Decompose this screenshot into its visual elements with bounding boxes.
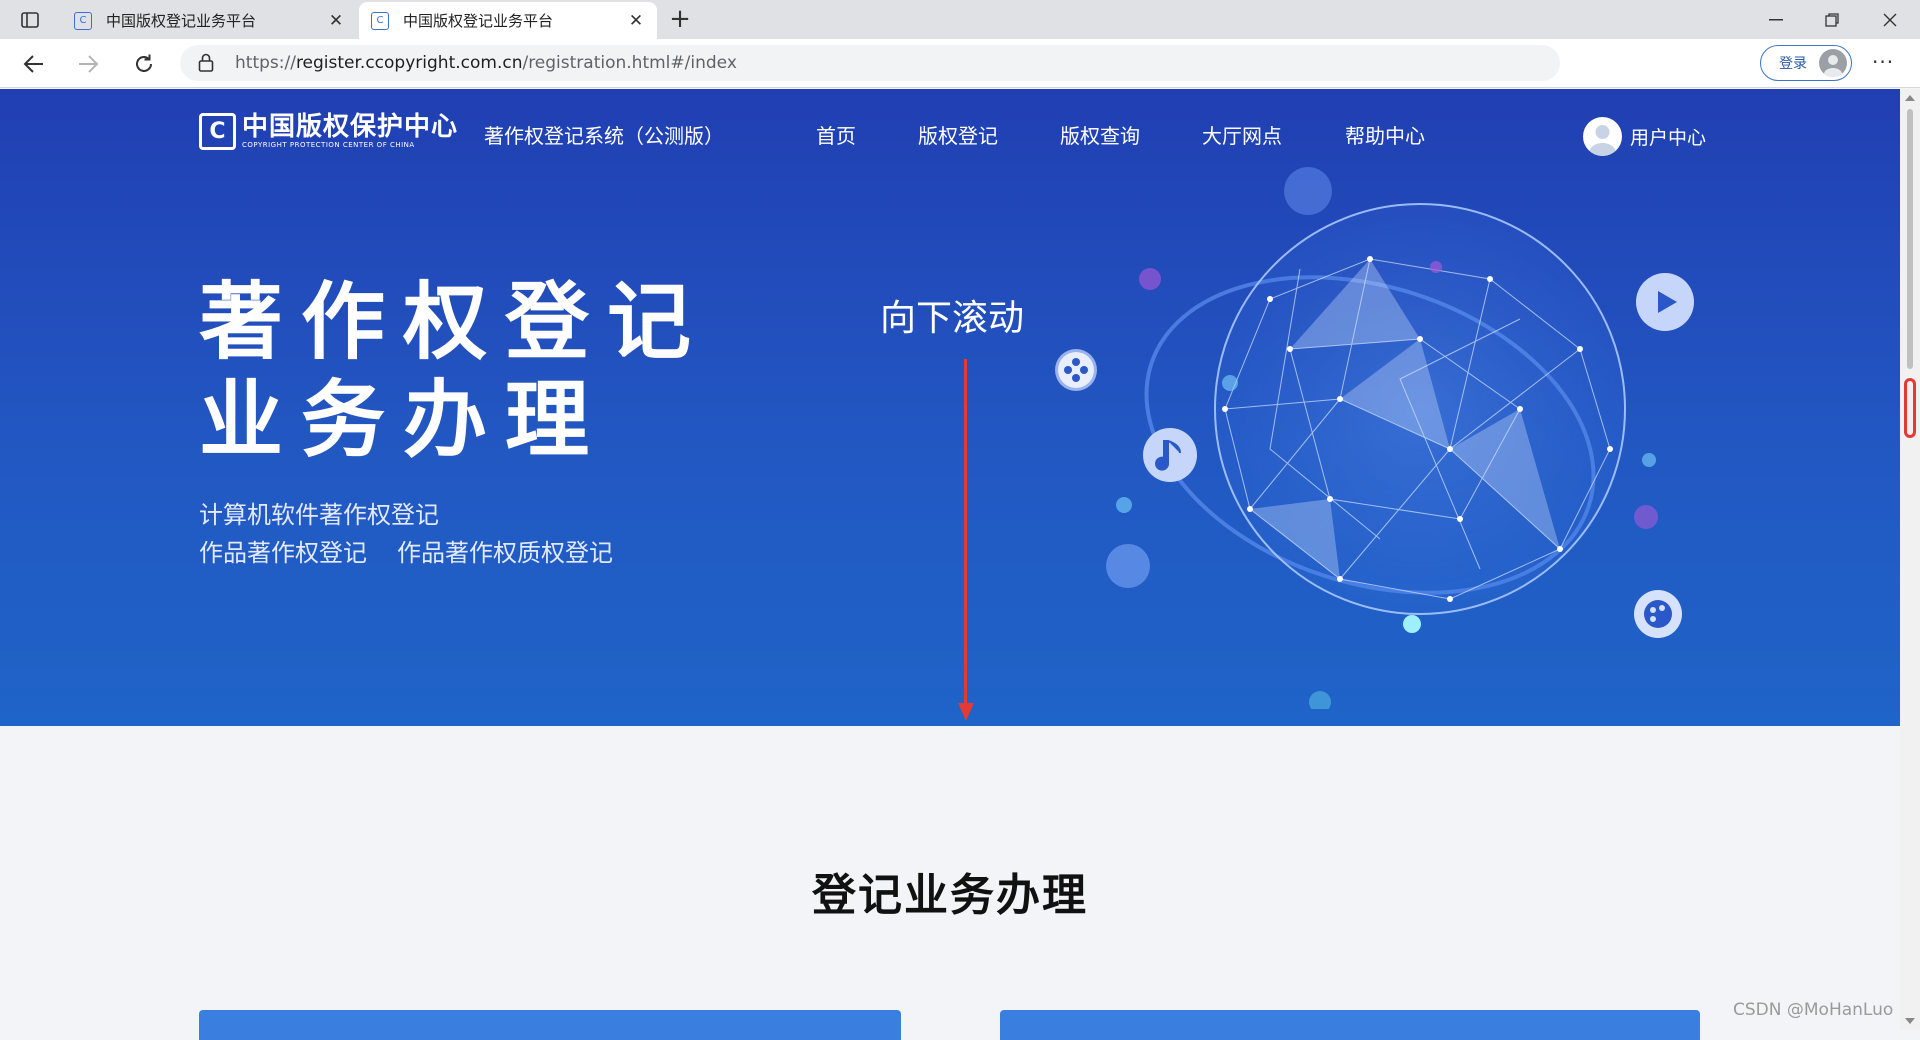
vertical-scrollbar[interactable] <box>1900 89 1920 1030</box>
url-host: register.ccopyright.com.cn <box>295 53 523 73</box>
new-tab-icon[interactable]: + <box>665 6 695 34</box>
play-video-icon <box>1636 273 1694 331</box>
tab-title: 中国版权登记业务平台 <box>106 12 257 30</box>
login-label: 登录 <box>1779 56 1807 72</box>
pledge-registration-text: 作品著作权质权登记 <box>397 539 613 567</box>
nav-service-halls[interactable]: 大厅网点 <box>1202 120 1282 149</box>
software-registration-text: 计算机软件著作权登记 <box>199 501 439 529</box>
scroll-up-icon[interactable] <box>1905 95 1915 101</box>
profile-avatar-icon <box>1819 49 1847 77</box>
minimize-icon[interactable] <box>1748 0 1804 39</box>
music-note-icon <box>1143 428 1197 482</box>
url-field[interactable]: https://register.ccopyright.com.cn/regis… <box>180 45 1560 81</box>
scroll-arrow-head-icon <box>958 703 974 721</box>
lock-icon[interactable] <box>198 53 214 76</box>
hero-banner: C 中国版权保护中心 COPYRIGHT PROTECTION CENTER O… <box>0 89 1900 726</box>
scroll-down-annotation: 向下滚动 <box>880 298 1025 339</box>
nav-copyright-query[interactable]: 版权查询 <box>1060 120 1140 149</box>
logo-cn-name: 中国版权保护中心 <box>242 112 459 142</box>
forward-icon[interactable] <box>70 47 106 81</box>
palette-icon <box>1634 590 1682 638</box>
film-reel-icon <box>1055 349 1097 391</box>
globe-illustration <box>1055 167 1694 709</box>
login-button[interactable]: 登录 <box>1760 45 1852 81</box>
hero-subtitle-line-2: 作品著作权登记 作品著作权质权登记 <box>199 533 613 568</box>
scroll-down-icon[interactable] <box>1905 1018 1915 1024</box>
hero-subtitle-line-1: 计算机软件著作权登记 <box>199 495 439 530</box>
work-registration-text: 作品著作权登记 <box>199 539 367 567</box>
business-card-left[interactable] <box>199 1010 901 1040</box>
page-viewport: C 中国版权保护中心 COPYRIGHT PROTECTION CENTER O… <box>0 89 1900 1030</box>
nav-home[interactable]: 首页 <box>816 120 856 149</box>
close-window-icon[interactable] <box>1862 0 1918 39</box>
cpcc-logo[interactable]: C 中国版权保护中心 COPYRIGHT PROTECTION CENTER O… <box>199 113 458 150</box>
tab-registration-platform-1[interactable]: C 中国版权登记业务平台 ✕ <box>62 2 357 39</box>
registration-section-title: 登记业务办理 <box>812 870 1088 921</box>
logo-text: 中国版权保护中心 COPYRIGHT PROTECTION CENTER OF … <box>242 113 458 150</box>
more-icon[interactable]: ··· <box>1872 50 1894 74</box>
refresh-icon[interactable] <box>126 47 162 81</box>
csdn-watermark: CSDN @MoHanLuo <box>1733 1000 1894 1020</box>
system-name: 著作权登记系统（公测版） <box>484 124 724 148</box>
scroll-thumb[interactable] <box>1907 109 1913 369</box>
url-scheme: https:// <box>235 53 296 73</box>
nav-copyright-registration[interactable]: 版权登记 <box>918 120 998 149</box>
nav-help-center[interactable]: 帮助中心 <box>1345 120 1425 149</box>
hero-title-line-1: 著作权登记 <box>199 273 710 371</box>
close-tab-icon[interactable]: ✕ <box>627 11 645 31</box>
tab-actions-icon[interactable] <box>14 8 46 32</box>
logo-en-name: COPYRIGHT PROTECTION CENTER OF CHINA <box>242 141 415 149</box>
restore-icon[interactable] <box>1804 0 1860 39</box>
site-favicon-icon: C <box>371 11 389 30</box>
address-toolbar: https://register.ccopyright.com.cn/regis… <box>0 39 1920 114</box>
user-center-label: 用户中心 <box>1630 127 1707 149</box>
url-text: https://register.ccopyright.com.cn/regis… <box>235 53 737 73</box>
close-tab-icon[interactable]: ✕ <box>327 11 345 31</box>
scroll-arrow-line <box>964 359 967 709</box>
scrollbar-highlight-annotation <box>1904 378 1916 438</box>
tab-strip: C 中国版权登记业务平台 ✕ C 中国版权登记业务平台 ✕ + <box>0 0 1920 39</box>
tab-registration-platform-2[interactable]: C 中国版权登记业务平台 ✕ <box>359 2 657 39</box>
url-path: /registration.html#/index <box>522 53 737 73</box>
copyright-logo-icon: C <box>199 113 236 150</box>
tab-title: 中国版权登记业务平台 <box>403 12 554 30</box>
site-favicon-icon: C <box>74 11 92 30</box>
business-card-right[interactable] <box>1000 1010 1700 1040</box>
hero-title-line-2: 业务办理 <box>199 371 608 469</box>
back-icon[interactable] <box>16 47 52 81</box>
